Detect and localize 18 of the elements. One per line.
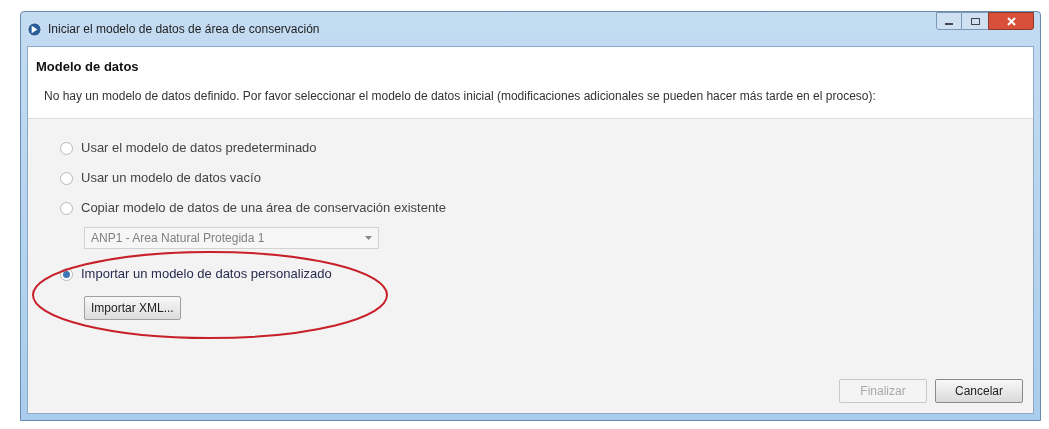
window-title: Iniciar el modelo de datos de área de conservación (48, 21, 320, 38)
radio-button[interactable] (60, 171, 73, 185)
header-title: Modelo de datos (36, 58, 140, 76)
dropdown-arrow-icon (365, 236, 372, 240)
radio-button[interactable] (60, 141, 73, 155)
radio-label[interactable]: Usar un modelo de datos vacío (81, 168, 261, 188)
maximize-button[interactable] (962, 12, 988, 30)
radio-label[interactable]: Usar el modelo de datos predeterminado (81, 138, 317, 158)
header-description: No hay un modelo de datos definido. Por favor seleccionar el modelo de datos inicial (modificaciones adicionales se pueden hacer más tarde en el proceso): (43, 87, 877, 105)
close-button[interactable] (988, 12, 1034, 30)
app-icon (27, 21, 42, 37)
import-xml-button[interactable]: Importar XML... (84, 296, 181, 320)
close-icon (1006, 16, 1016, 26)
radio-label[interactable]: Copiar modelo de datos de una área de conservación existente (81, 198, 446, 218)
cancel-button[interactable]: Cancelar (935, 379, 1023, 403)
radio-button[interactable] (60, 201, 73, 215)
minimize-button[interactable] (936, 12, 962, 30)
radio-label[interactable]: Importar un modelo de datos personalizado (81, 264, 332, 284)
